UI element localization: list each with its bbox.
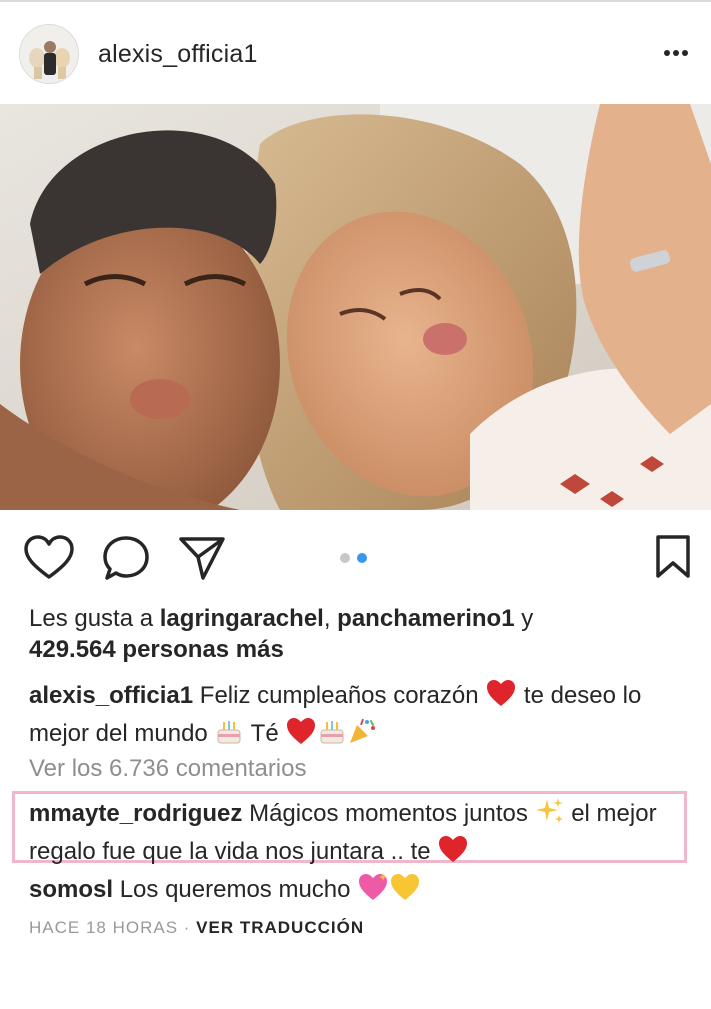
heart-icon [24,535,74,579]
more-options-icon [664,50,688,56]
caption-text: Té [244,720,286,747]
caption-username[interactable]: alexis_officia1 [29,682,193,709]
more-options-button[interactable] [655,38,697,68]
comment-text: Los queremos mucho [113,876,358,903]
comment-icon [103,536,149,580]
liker-user-link[interactable]: lagringarachel [160,605,324,632]
red-heart-emoji [437,834,469,872]
carousel-dot-active [357,553,367,563]
share-button[interactable] [178,535,226,586]
save-button[interactable] [654,534,692,585]
post-caption: alexis_officia1 Feliz cumpleaños corazón… [29,678,689,754]
meta-separator: · [178,918,197,937]
yellow-heart-emoji [389,872,421,910]
paper-plane-icon [179,537,225,580]
view-all-comments-link[interactable]: Ver los 6.736 comentarios [29,753,307,784]
comment-button[interactable] [102,535,150,586]
post-header: alexis_officia1 [0,2,711,104]
post-photo[interactable] [0,104,711,510]
likes-prefix: Les gusta a [29,605,160,632]
comment-text: Mágicos momentos juntos [242,800,535,827]
likes-count[interactable]: 429.564 personas más [29,636,284,663]
avatar-photo [20,25,78,83]
liker-user-link[interactable]: panchamerino1 [337,605,514,632]
action-bar [0,510,711,602]
comment-item: somosl Los queremos mucho [29,872,689,910]
likes-comma: , [323,605,338,632]
likes-summary: Les gusta a lagringarachel, panchamerino… [29,603,689,665]
party-popper-emoji [347,716,377,754]
avatar[interactable] [19,24,79,84]
birthday-cake-emoji [214,716,244,754]
carousel-dot [340,553,350,563]
bookmark-icon [656,535,690,578]
post-meta: HACE 18 HORAS · VER TRADUCCIÓN [29,918,364,938]
comment-username[interactable]: somosl [29,876,113,903]
like-button[interactable] [24,535,74,586]
caption-text: Feliz cumpleaños corazón [193,682,486,709]
see-translation-link[interactable]: VER TRADUCCIÓN [196,918,364,937]
comment-username[interactable]: mmayte_rodriguez [29,800,242,827]
selfie-photo [0,104,711,510]
post-username[interactable]: alexis_officia1 [98,40,258,69]
red-heart-emoji [285,716,317,754]
birthday-cake-emoji [317,716,347,754]
comment-item: mmayte_rodriguez Mágicos momentos juntos… [29,796,694,872]
red-heart-emoji [485,678,517,716]
sparkling-heart-emoji [357,872,389,910]
likes-and: y [514,605,534,632]
post-timestamp: HACE 18 HORAS [29,918,179,937]
sparkles-emoji [535,796,565,834]
